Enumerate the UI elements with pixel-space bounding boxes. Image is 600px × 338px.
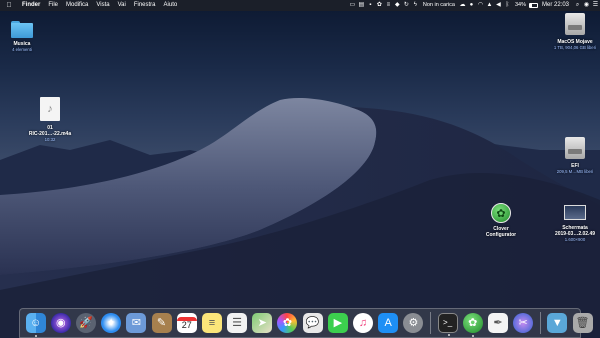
menu-extra-icon[interactable]: ▤ <box>357 0 366 11</box>
siri-menu-icon[interactable]: ◉ <box>582 0 591 11</box>
menu-vai[interactable]: Vai <box>114 0 130 11</box>
menu-finder[interactable]: Finder <box>18 0 44 11</box>
itunes-icon[interactable]: ♫ <box>353 313 374 333</box>
menu-modifica[interactable]: Modifica <box>62 0 92 11</box>
textedit-icon[interactable]: ✒ <box>487 313 508 333</box>
menu-finestra[interactable]: Finestra <box>130 0 160 11</box>
desktop-item-label-2: Configurator <box>485 232 517 238</box>
mail-icon[interactable]: ✉ <box>126 313 147 333</box>
desktop-item-audio-file[interactable]: ♪ 01 RIC-201…-22.m4a 10:32 <box>15 97 85 142</box>
apple-menu-icon[interactable]:  <box>0 0 18 11</box>
calendar-day: 27 <box>181 319 192 330</box>
trash-icon[interactable]: 🗑 <box>572 313 593 333</box>
desktop-item-screenshot[interactable]: Schermata 2019-03…2.02.49 1.600×900 <box>540 205 600 242</box>
messages-icon[interactable]: 💬 <box>302 313 323 333</box>
hard-disk-icon <box>565 137 585 159</box>
battery-percent[interactable]: 34% <box>512 0 529 11</box>
safari-icon[interactable]: ✦ <box>101 313 122 333</box>
power-icon[interactable]: ϟ <box>411 0 420 11</box>
clover-configurator-icon: ✿ <box>491 203 511 223</box>
volume-icon[interactable]: ◀ <box>494 0 503 11</box>
audio-file-icon: ♪ <box>40 97 60 121</box>
stickies-icon[interactable]: ≡ <box>201 313 222 333</box>
screenshot-file-icon <box>564 205 586 220</box>
cloud-icon[interactable]: ☁ <box>458 0 467 11</box>
reminders-icon[interactable]: ☰ <box>227 313 248 333</box>
clover-status-icon[interactable]: ✿ <box>375 0 384 11</box>
desktop-item-info: 10:32 <box>44 137 56 142</box>
airplay-icon[interactable]: ▲ <box>485 0 494 11</box>
menu-vista[interactable]: Vista <box>92 0 113 11</box>
display-icon[interactable]: ▭ <box>348 0 357 11</box>
folder-icon <box>11 21 33 38</box>
desktop-item-info: 4 elementi <box>12 47 32 52</box>
lock-icon[interactable]: ● <box>467 0 476 11</box>
desktop-item-info: 1 TB, 904,06 GB liberi <box>553 45 597 50</box>
facetime-icon[interactable]: ▶ <box>327 313 348 333</box>
downloads-folder-icon[interactable]: ▼ <box>547 313 568 333</box>
siri-icon[interactable]: ◉ <box>50 313 71 333</box>
menu-file[interactable]: File <box>44 0 62 11</box>
charging-status[interactable]: Non in carica <box>420 0 458 11</box>
status-tray: ▭ ▤ ▪ ✿ ≡ ◆ ↻ ϟ Non in carica ☁ ● ◠ ▲ ◀ … <box>348 0 600 11</box>
dock-separator <box>430 312 431 334</box>
desktop-wallpaper <box>0 97 600 338</box>
photos-icon[interactable]: ✿ <box>277 313 298 333</box>
bluetooth-icon[interactable]: ᛒ <box>503 0 512 11</box>
shield-icon[interactable]: ◆ <box>393 0 402 11</box>
launchpad-icon[interactable]: 🚀 <box>75 313 96 333</box>
spotlight-search-icon[interactable]: ⌕ <box>573 0 582 11</box>
desktop-item-musica[interactable]: Musica 4 elementi <box>0 21 57 52</box>
desktop-item-info: 209,5 M…MB liberi <box>556 169 594 174</box>
menu-bar:  Finder File Modifica Vista Vai Finestr… <box>0 0 600 11</box>
terminal-icon[interactable]: >_ <box>437 313 458 336</box>
desktop-item-efi-disk[interactable]: EFI 209,5 M…MB liberi <box>540 137 600 174</box>
clock[interactable]: Mer 22:03 <box>538 0 573 11</box>
desktop-item-macos-disk[interactable]: MacOS Mojave 1 TB, 904,06 GB liberi <box>540 13 600 50</box>
desktop-item-info: 1.600×900 <box>564 237 586 242</box>
desktop-item-clover-configurator[interactable]: ✿ Clover Configurator <box>466 203 536 238</box>
battery-icon[interactable] <box>528 0 538 11</box>
dock: ☺ ◉ 🚀 ✦ ✉ ✎ 27 ≡ ☰ ➤ ✿ 💬 ▶ ♫ A ⚙ >_ ✿ ✒ … <box>19 308 593 338</box>
dock-separator-2 <box>539 312 541 334</box>
wifi-icon[interactable]: ◠ <box>476 0 485 11</box>
calendar-icon[interactable]: 27 <box>176 313 197 333</box>
notes-icon[interactable]: ✎ <box>151 313 172 333</box>
hard-disk-icon <box>565 13 585 35</box>
app-store-icon[interactable]: A <box>378 313 399 333</box>
sync-icon[interactable]: ↻ <box>402 0 411 11</box>
maps-icon[interactable]: ➤ <box>252 313 273 333</box>
system-preferences-icon[interactable]: ⚙ <box>403 313 424 333</box>
screen-capture-icon[interactable]: ✂ <box>513 313 534 333</box>
finder-icon[interactable]: ☺ <box>25 313 46 337</box>
menu-aiuto[interactable]: Aiuto <box>160 0 182 11</box>
hdd-status-icon[interactable]: ▪ <box>366 0 375 11</box>
battery-level <box>529 4 533 7</box>
activity-icon[interactable]: ≡ <box>384 0 393 11</box>
notification-center-icon[interactable]: ☰ <box>591 0 600 11</box>
clover-configurator-icon[interactable]: ✿ <box>462 313 483 337</box>
